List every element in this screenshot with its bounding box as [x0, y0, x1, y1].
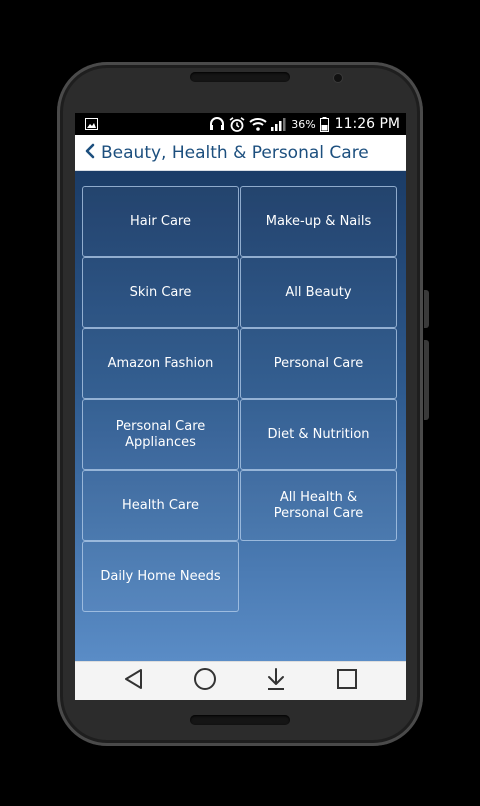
- bottom-speaker: [190, 715, 290, 725]
- headset-icon: [209, 117, 225, 131]
- download-icon: [265, 667, 287, 695]
- category-personal-care[interactable]: Personal Care: [240, 328, 397, 399]
- back-button[interactable]: [79, 135, 101, 171]
- category-hair-care[interactable]: Hair Care: [82, 186, 239, 257]
- category-health-care[interactable]: Health Care: [82, 470, 239, 541]
- battery-icon: [319, 116, 329, 132]
- nav-home-button[interactable]: [185, 663, 225, 699]
- wifi-icon: [249, 117, 267, 131]
- volume-button: [424, 340, 429, 420]
- clock: 11:26 PM: [334, 116, 400, 132]
- signal-icon: [271, 117, 287, 131]
- category-all-beauty[interactable]: All Beauty: [240, 257, 397, 328]
- nav-recents-button[interactable]: [327, 663, 367, 699]
- chevron-left-icon: [85, 143, 95, 163]
- power-button: [424, 290, 429, 328]
- category-daily-home-needs[interactable]: Daily Home Needs: [82, 541, 239, 612]
- category-grid: Hair Care Make-up & Nails Skin Care All …: [82, 186, 398, 612]
- category-all-health-personal-care[interactable]: All Health & Personal Care: [240, 470, 397, 541]
- page-title: Beauty, Health & Personal Care: [101, 142, 369, 163]
- category-diet-nutrition[interactable]: Diet & Nutrition: [240, 399, 397, 470]
- category-make-up-nails[interactable]: Make-up & Nails: [240, 186, 397, 257]
- category-personal-care-appliances[interactable]: Personal Care Appliances: [82, 399, 239, 470]
- screen: 36% 11:26 PM Beauty, Health & Personal C…: [75, 113, 406, 700]
- system-nav-bar: [75, 661, 406, 700]
- alarm-icon: [229, 116, 245, 132]
- status-bar: 36% 11:26 PM: [75, 113, 406, 135]
- category-amazon-fashion[interactable]: Amazon Fashion: [82, 328, 239, 399]
- home-icon: [193, 667, 217, 695]
- top-speaker: [190, 72, 290, 82]
- app-bar: Beauty, Health & Personal Care: [75, 135, 406, 171]
- recents-icon: [336, 668, 358, 694]
- front-camera: [334, 74, 342, 82]
- battery-percent: 36%: [291, 117, 316, 131]
- nav-back-button[interactable]: [114, 663, 154, 699]
- category-skin-care[interactable]: Skin Care: [82, 257, 239, 328]
- back-icon: [123, 668, 145, 694]
- nav-download-button[interactable]: [256, 663, 296, 699]
- image-icon: [85, 118, 98, 130]
- category-panel: Hair Care Make-up & Nails Skin Care All …: [75, 171, 406, 661]
